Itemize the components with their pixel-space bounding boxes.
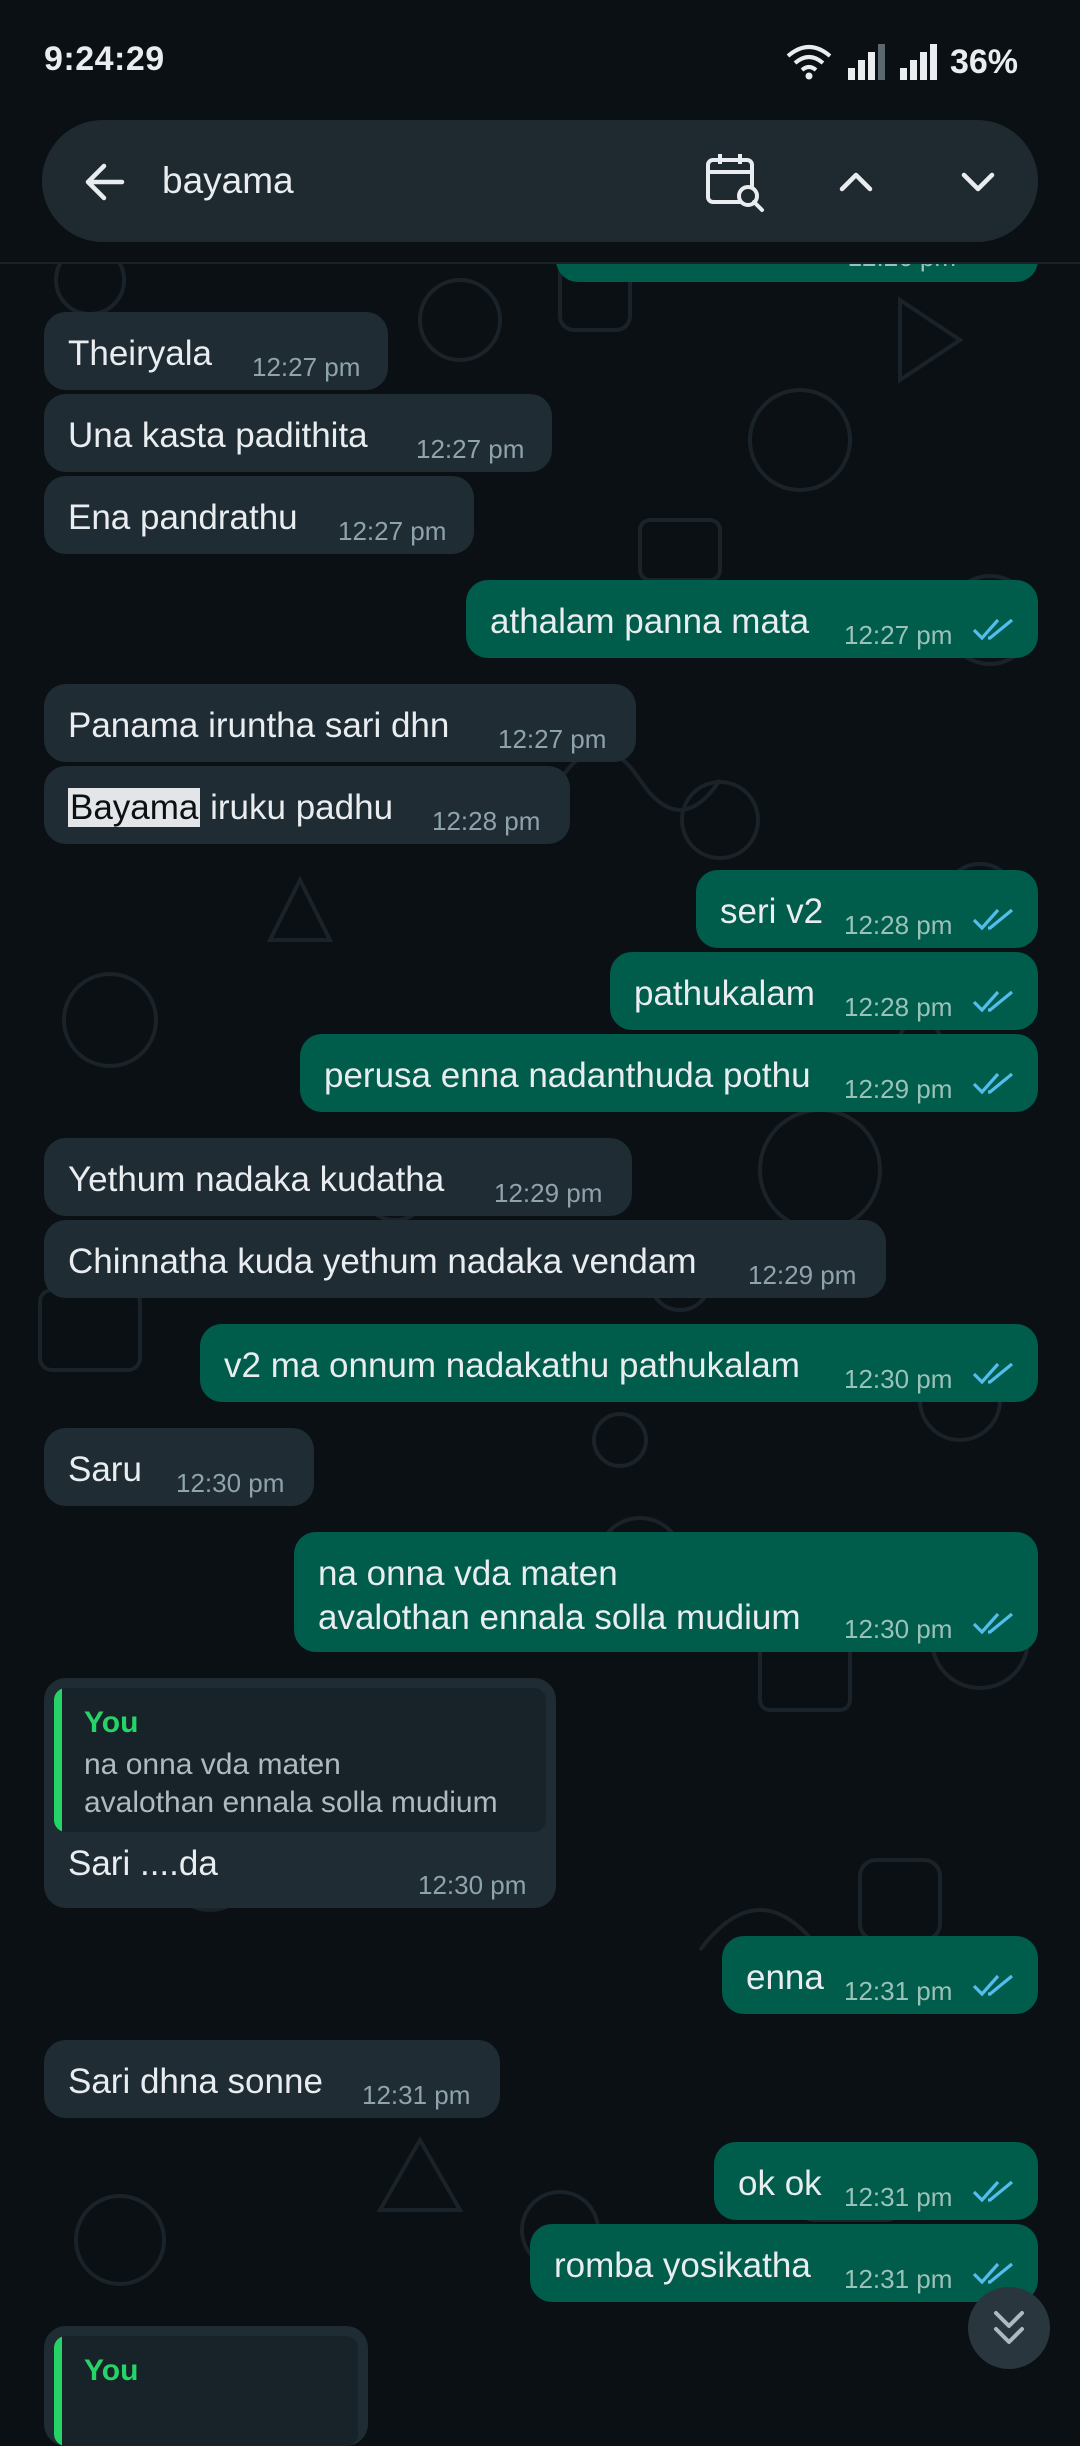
message-incoming[interactable]: Chinnatha kuda yethum nadaka vendam 12:2…	[44, 1220, 886, 1298]
message-time: 12:31 pm	[844, 2182, 953, 2212]
message-text: Una kasta padithita	[68, 416, 368, 455]
chevron-down-icon[interactable]	[952, 156, 1004, 208]
double-check-icon	[972, 1072, 1014, 1095]
search-bar: bayama	[42, 120, 1038, 242]
status-time: 9:24:29	[44, 40, 165, 78]
quoted-message[interactable]: You	[54, 2336, 358, 2446]
message-outgoing[interactable]: na onna vda maten avalothan ennala solla…	[294, 1532, 1038, 1652]
quoted-sender: You	[84, 1706, 139, 1739]
message-incoming[interactable]: Ena pandrathu 12:27 pm	[44, 476, 474, 554]
chat-messages: 12:26 pm Theiryala 12:27 pm Una kasta pa…	[0, 0, 1080, 2446]
double-chevron-down-icon	[994, 2311, 1024, 2344]
message-time: 12:29 pm	[844, 1074, 953, 1104]
battery-percent: 36%	[949, 42, 1018, 81]
message-time: 12:27 pm	[498, 724, 607, 754]
message-time: 12:27 pm	[844, 620, 953, 650]
message-text: Theiryala	[68, 334, 212, 373]
wifi-icon	[786, 45, 832, 80]
double-check-icon	[972, 1612, 1014, 1635]
message-time: 12:30 pm	[844, 1364, 953, 1394]
message-outgoing[interactable]: seri v2 12:28 pm	[696, 870, 1038, 948]
message-time: 12:31 pm	[844, 1976, 953, 2006]
message-incoming[interactable]: Panama iruntha sari dhn 12:27 pm	[44, 684, 636, 762]
message-text: Ena pandrathu	[68, 498, 298, 537]
quoted-message[interactable]: You na onna vda maten avalothan ennala s…	[54, 1688, 546, 1832]
double-check-icon	[972, 2262, 1014, 2285]
message-incoming[interactable]: Yethum nadaka kudatha 12:29 pm	[44, 1138, 632, 1216]
message-text: romba yosikatha	[554, 2246, 811, 2285]
back-arrow-icon[interactable]	[78, 154, 134, 210]
message-text: athalam panna mata	[490, 602, 810, 641]
message-text: Saru	[68, 1450, 142, 1489]
message-text: enna	[746, 1958, 824, 1997]
message-text: v2 ma onnum nadakathu pathukalam	[224, 1346, 800, 1385]
message-outgoing[interactable]: perusa enna nadanthuda pothu 12:29 pm	[300, 1034, 1038, 1112]
message-outgoing[interactable]: romba yosikatha 12:31 pm	[530, 2224, 1038, 2302]
message-text-rest: iruku padhu	[200, 788, 394, 827]
message-time: 12:31 pm	[362, 2080, 471, 2110]
message-time: 12:27 pm	[416, 434, 525, 464]
message-outgoing[interactable]: pathukalam 12:28 pm	[610, 952, 1038, 1030]
message-incoming[interactable]: Saru 12:30 pm	[44, 1428, 314, 1506]
search-input[interactable]: bayama	[162, 150, 682, 212]
message-text: Sari ....da	[68, 1844, 218, 1883]
message-time: 12:28 pm	[432, 806, 541, 836]
double-check-icon	[972, 908, 1014, 931]
message-time: 12:28 pm	[844, 910, 953, 940]
message-text: ok ok	[738, 2164, 822, 2203]
message-time: 12:30 pm	[176, 1468, 285, 1498]
double-check-icon	[972, 1974, 1014, 1997]
double-check-icon	[972, 618, 1014, 641]
message-incoming-reply-partial[interactable]: You	[44, 2326, 368, 2446]
double-check-icon	[972, 990, 1014, 1013]
double-check-icon	[972, 2180, 1014, 2203]
message-time: 12:27 pm	[338, 516, 447, 546]
message-text: pathukalam	[634, 974, 815, 1013]
quoted-text: na onna vda maten avalothan ennala solla…	[84, 1748, 498, 1819]
message-incoming-reply[interactable]: You na onna vda maten avalothan ennala s…	[44, 1678, 556, 1908]
message-incoming[interactable]: Theiryala 12:27 pm	[44, 312, 388, 390]
message-time: 12:29 pm	[494, 1178, 603, 1208]
signal-icon	[899, 44, 937, 80]
message-time: 12:27 pm	[252, 352, 361, 382]
signal-icon	[847, 44, 885, 80]
search-highlight: Bayama	[68, 788, 201, 827]
message-text: Bayama iruku padhu	[68, 786, 393, 830]
message-time: 12:30 pm	[418, 1870, 527, 1900]
message-outgoing[interactable]: v2 ma onnum nadakathu pathukalam 12:30 p…	[200, 1324, 1038, 1402]
message-text: Chinnatha kuda yethum nadaka vendam	[68, 1242, 697, 1281]
message-time: 12:28 pm	[844, 992, 953, 1022]
status-bar: 9:24:29 36%	[0, 0, 1080, 120]
double-check-icon	[972, 1362, 1014, 1385]
message-text: Panama iruntha sari dhn	[68, 706, 450, 745]
message-time: 12:30 pm	[844, 1614, 953, 1644]
quote-accent-bar	[54, 2336, 62, 2446]
message-time: 12:29 pm	[748, 1260, 857, 1290]
message-outgoing[interactable]: ok ok 12:31 pm	[714, 2142, 1038, 2220]
search-header: bayama	[0, 120, 1080, 264]
status-icons: 36%	[784, 38, 1018, 86]
message-text: Sari dhna sonne	[68, 2062, 323, 2101]
quote-accent-bar	[54, 1688, 62, 1832]
chevron-up-icon[interactable]	[830, 156, 882, 208]
message-text: Yethum nadaka kudatha	[68, 1160, 445, 1199]
message-outgoing[interactable]: enna 12:31 pm	[722, 1936, 1038, 2014]
message-incoming-search-match[interactable]: Bayama iruku padhu 12:28 pm	[44, 766, 570, 844]
scroll-to-bottom-button[interactable]	[968, 2287, 1050, 2369]
message-text: perusa enna nadanthuda pothu	[324, 1056, 811, 1095]
message-incoming[interactable]: Una kasta padithita 12:27 pm	[44, 394, 552, 472]
message-text: na onna vda maten avalothan ennala solla…	[318, 1554, 801, 1637]
calendar-search-icon[interactable]	[702, 150, 766, 214]
message-text: seri v2	[720, 892, 824, 931]
quoted-sender: You	[84, 2354, 139, 2387]
message-incoming[interactable]: Sari dhna sonne 12:31 pm	[44, 2040, 500, 2118]
message-outgoing[interactable]: athalam panna mata 12:27 pm	[466, 580, 1038, 658]
message-time: 12:31 pm	[844, 2264, 953, 2294]
